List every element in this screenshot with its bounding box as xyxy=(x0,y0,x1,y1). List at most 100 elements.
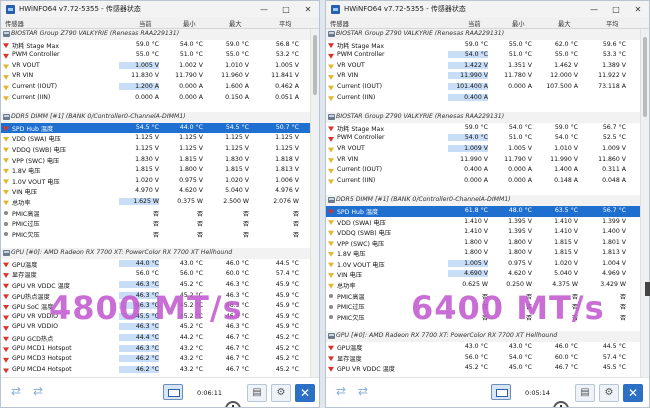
close-window-icon[interactable]: ✕ xyxy=(297,1,319,17)
sensor-row[interactable]: VR VOUT 1.005 V 1.002 V 1.010 V 1.005 V xyxy=(1,61,310,72)
close-icon[interactable]: ✕ xyxy=(295,384,315,402)
sensor-row[interactable]: 功耗 Stage Max 59.0 °C 54.0 °C 59.0 °C 56.8 °C xyxy=(1,40,310,51)
sensor-row[interactable]: GPU MCD1 Hotspot 46.3 °C 43.2 °C 46.7 °C 45.… xyxy=(1,344,310,355)
sensor-row[interactable]: VDD (SWA) 电压 1.410 V 1.395 V 1.410 V 1.399 V xyxy=(326,217,640,228)
sensor-row[interactable]: Current (IIN) 0.000 A 0.000 A 0.150 A 0.051 … xyxy=(1,93,310,104)
sensor-row[interactable]: PMIC过压 否 否 否 否 xyxy=(1,218,310,229)
sensor-row[interactable]: VDDQ (SWB) 电压 1.410 V 1.395 V 1.410 V 1.400 … xyxy=(326,227,640,238)
minimize-icon[interactable]: — xyxy=(583,1,605,17)
sensor-row[interactable]: PMIC欠压 否 否 否 否 xyxy=(1,229,310,240)
vertical-scrollbar[interactable] xyxy=(640,29,649,379)
sensor-row[interactable]: 显存温度 56.0 °C 56.0 °C 60.0 °C 57.4 °C xyxy=(1,269,310,280)
network-icon[interactable] xyxy=(491,384,511,400)
sensor-row[interactable]: Current (IIN) 0.000 A 0.000 A 0.148 A 0.048 … xyxy=(326,176,640,187)
close-window-icon[interactable]: ✕ xyxy=(627,1,649,17)
sensor-row[interactable]: GPU温度 43.0 °C 43.0 °C 46.0 °C 44.5 °C xyxy=(326,342,640,353)
double-arrow-icon[interactable]: ⇄ xyxy=(330,384,352,398)
sensor-group-header[interactable]: BIOSTAR Group Z790 VALKYRIE (Renesas RAA… xyxy=(1,29,310,40)
sensor-row[interactable]: 功耗 Stage Max 59.0 °C 55.0 °C 62.0 °C 59.6 °C xyxy=(326,40,640,51)
value-cur: 1.125 V xyxy=(135,144,159,152)
scroll-thumb[interactable] xyxy=(313,35,317,95)
gear-icon[interactable]: ⚙ xyxy=(599,384,619,402)
network-icon[interactable] xyxy=(163,384,183,400)
sensor-row[interactable]: VDDQ (SWB) 电压 1.125 V 1.125 V 1.125 V 1.125 … xyxy=(1,144,310,155)
col-cur[interactable]: 当前 xyxy=(468,19,481,28)
value-min: 43.0 °C xyxy=(179,259,203,267)
sensor-label: PWM Controller xyxy=(337,134,385,142)
value-min: 0.000 A xyxy=(179,82,203,90)
sensor-row[interactable]: VIN 电压 4.690 V 4.620 V 5.040 V 4.969 V xyxy=(326,269,640,280)
minimize-icon[interactable]: — xyxy=(253,1,275,17)
vertical-scrollbar[interactable] xyxy=(310,29,319,379)
sensor-row[interactable]: VR VOUT 1.009 V 1.005 V 1.010 V 1.009 V xyxy=(326,144,640,155)
sensor-row[interactable]: 1.0V VOUT 电压 1.020 V 0.975 V 1.020 V 1.006 V xyxy=(1,176,310,187)
sensor-row[interactable]: Current (IOUT) 0.400 A 0.000 A 1.400 A 0.311… xyxy=(326,165,640,176)
sensor-group-header[interactable]: GPU [#0]: AMD Radeon RX 7700 XT: PowerCo… xyxy=(326,331,640,343)
double-arrow-icon[interactable]: ⇄ xyxy=(352,384,374,398)
sensor-row[interactable]: PWM Controller 54.0 °C 51.0 °C 55.0 °C 53.3 … xyxy=(326,50,640,61)
sensor-row[interactable]: VR VIN 11.990 V 11.790 V 11.990 V 11.860 V xyxy=(326,155,640,166)
sensor-label: 1.8V 电压 xyxy=(12,168,41,176)
sensor-row[interactable]: Current (IOUT) 1.200 A 0.000 A 1.600 A 0.462… xyxy=(1,82,310,93)
col-avg[interactable]: 平均 xyxy=(279,19,292,28)
maximize-icon[interactable]: □ xyxy=(605,1,627,17)
sensor-row[interactable]: GPU GCD热点 44.4 °C 44.2 °C 46.7 °C 45.2 °C xyxy=(1,333,310,344)
gear-icon[interactable]: ⚙ xyxy=(271,384,291,402)
scroll-thumb[interactable] xyxy=(643,37,647,117)
sensor-row[interactable]: VIN 电压 4.970 V 4.620 V 5.040 V 4.976 V xyxy=(1,186,310,197)
sensor-row[interactable]: VDD (SWA) 电压 1.125 V 1.125 V 1.125 V 1.125 V xyxy=(1,133,310,144)
sensor-row[interactable]: GPU MCD3 Hotspot 46.2 °C 43.2 °C 46.7 °C 45.… xyxy=(1,354,310,365)
sensor-row[interactable]: SPD Hub 温度 61.8 °C 48.0 °C 63.5 °C 56.7 °C xyxy=(326,205,640,217)
title-bar[interactable]: HWiNFO64 v7.72-5355 - 传感器状态 — □ ✕ xyxy=(326,1,649,17)
col-min[interactable]: 最小 xyxy=(512,19,525,28)
sensor-row[interactable]: GPU VR VDDC 温度 45.2 °C 45.0 °C 46.7 °C 45.5 … xyxy=(326,363,640,374)
sensor-row[interactable]: 功耗 Stage Max 59.0 °C 54.0 °C 59.0 °C 56.7 °C xyxy=(326,123,640,134)
sensor-row[interactable]: 1.8V 电压 1.800 V 1.800 V 1.815 V 1.813 V xyxy=(326,248,640,259)
sensor-row[interactable]: VPP (SWC) 电压 1.800 V 1.800 V 1.815 V 1.801 V xyxy=(326,238,640,249)
sensor-row[interactable]: GPU MCD4 Hotspot 46.2 °C 43.2 °C 46.7 °C 45.… xyxy=(1,365,310,376)
sensor-row[interactable]: GPU温度 44.0 °C 43.0 °C 46.0 °C 44.5 °C xyxy=(1,259,310,270)
sensor-row[interactable]: VPP (SWC) 电压 1.830 V 1.815 V 1.830 V 1.818 V xyxy=(1,155,310,166)
value-cur: 59.0 °C xyxy=(135,40,159,48)
value-cur: 0.400 A xyxy=(448,93,488,101)
close-icon[interactable]: ✕ xyxy=(623,384,643,402)
col-avg[interactable]: 平均 xyxy=(606,19,619,28)
sensor-group-header[interactable]: DDR5 DIMM [#1] (BANK 0/Controller0-Chann… xyxy=(1,112,310,123)
double-arrow-icon[interactable]: ⇄ xyxy=(5,384,27,398)
sensor-group-header[interactable]: GPU [#0]: AMD Radeon RX 7700 XT: PowerCo… xyxy=(1,248,310,259)
sensor-group-header[interactable]: BIOSTAR Group Z790 VALKYRIE (Renesas RAA… xyxy=(326,29,640,40)
value-cur: 44.4 °C xyxy=(119,334,159,342)
col-max[interactable]: 最大 xyxy=(229,19,242,28)
maximize-icon[interactable]: □ xyxy=(275,1,297,17)
col-cur[interactable]: 当前 xyxy=(139,19,152,28)
col-min[interactable]: 最小 xyxy=(183,19,196,28)
report-icon[interactable]: ▤ xyxy=(247,384,267,402)
col-sensor[interactable]: 传感器 xyxy=(5,19,24,28)
sensor-row[interactable]: 显存温度 56.0 °C 54.0 °C 60.0 °C 57.4 °C xyxy=(326,353,640,364)
sensor-row[interactable]: 1.0V VOUT 电压 1.005 V 0.975 V 1.020 V 1.004 V xyxy=(326,259,640,270)
sensor-row[interactable]: PWM Controller 55.0 °C 51.0 °C 55.0 °C 53.2 … xyxy=(1,50,310,61)
voltage-icon xyxy=(328,147,334,153)
sensor-row[interactable]: VR VIN 11.830 V 11.790 V 11.960 V 11.841 V xyxy=(1,71,310,82)
clock-icon[interactable] xyxy=(553,401,569,407)
sensor-row[interactable]: SPD Hub 温度 54.5 °C 44.0 °C 54.5 °C 50.7 °C xyxy=(1,122,310,134)
sensor-row[interactable]: Current (IIN) 0.400 A xyxy=(326,93,640,104)
value-max: 2.500 W xyxy=(223,197,249,205)
sensor-group-header[interactable]: DDR5 DIMM [#1] (BANK 0/Controller0-Chann… xyxy=(326,195,640,206)
sensor-row[interactable]: 总功率 1.625 W 0.375 W 2.500 W 2.076 W xyxy=(1,197,310,208)
sensor-row[interactable]: 1.8V 电压 1.815 V 1.800 V 1.815 V 1.813 V xyxy=(1,165,310,176)
col-sensor[interactable]: 传感器 xyxy=(330,19,349,28)
title-bar[interactable]: HWiNFO64 v7.72-5355 - 传感器状态 — □ ✕ xyxy=(1,1,319,17)
double-arrow-icon[interactable]: ⇄ xyxy=(27,384,49,398)
sensor-row[interactable]: Current (IOUT) 101.400 A 0.000 A 107.500 A 7… xyxy=(326,82,640,93)
value-avg: 否 xyxy=(292,221,299,229)
value-avg: 44.5 °C xyxy=(602,343,626,351)
sensor-group-header[interactable]: BIOSTAR Group Z790 VALKYRIE (Renesas RAA… xyxy=(326,112,640,123)
col-max[interactable]: 最大 xyxy=(558,19,571,28)
sensor-row[interactable]: VR VOUT 1.422 V 1.351 V 1.462 V 1.389 V xyxy=(326,61,640,72)
clock-icon[interactable] xyxy=(225,401,241,407)
report-icon[interactable]: ▤ xyxy=(575,384,595,402)
sensor-row[interactable]: PMIC高温 否 否 否 否 xyxy=(1,208,310,219)
sensor-row[interactable]: VR VIN 11.990 V 11.780 V 12.000 V 11.922 V xyxy=(326,71,640,82)
sensor-row[interactable]: PWM Controller 54.0 °C 51.0 °C 54.0 °C 52.5 … xyxy=(326,133,640,144)
